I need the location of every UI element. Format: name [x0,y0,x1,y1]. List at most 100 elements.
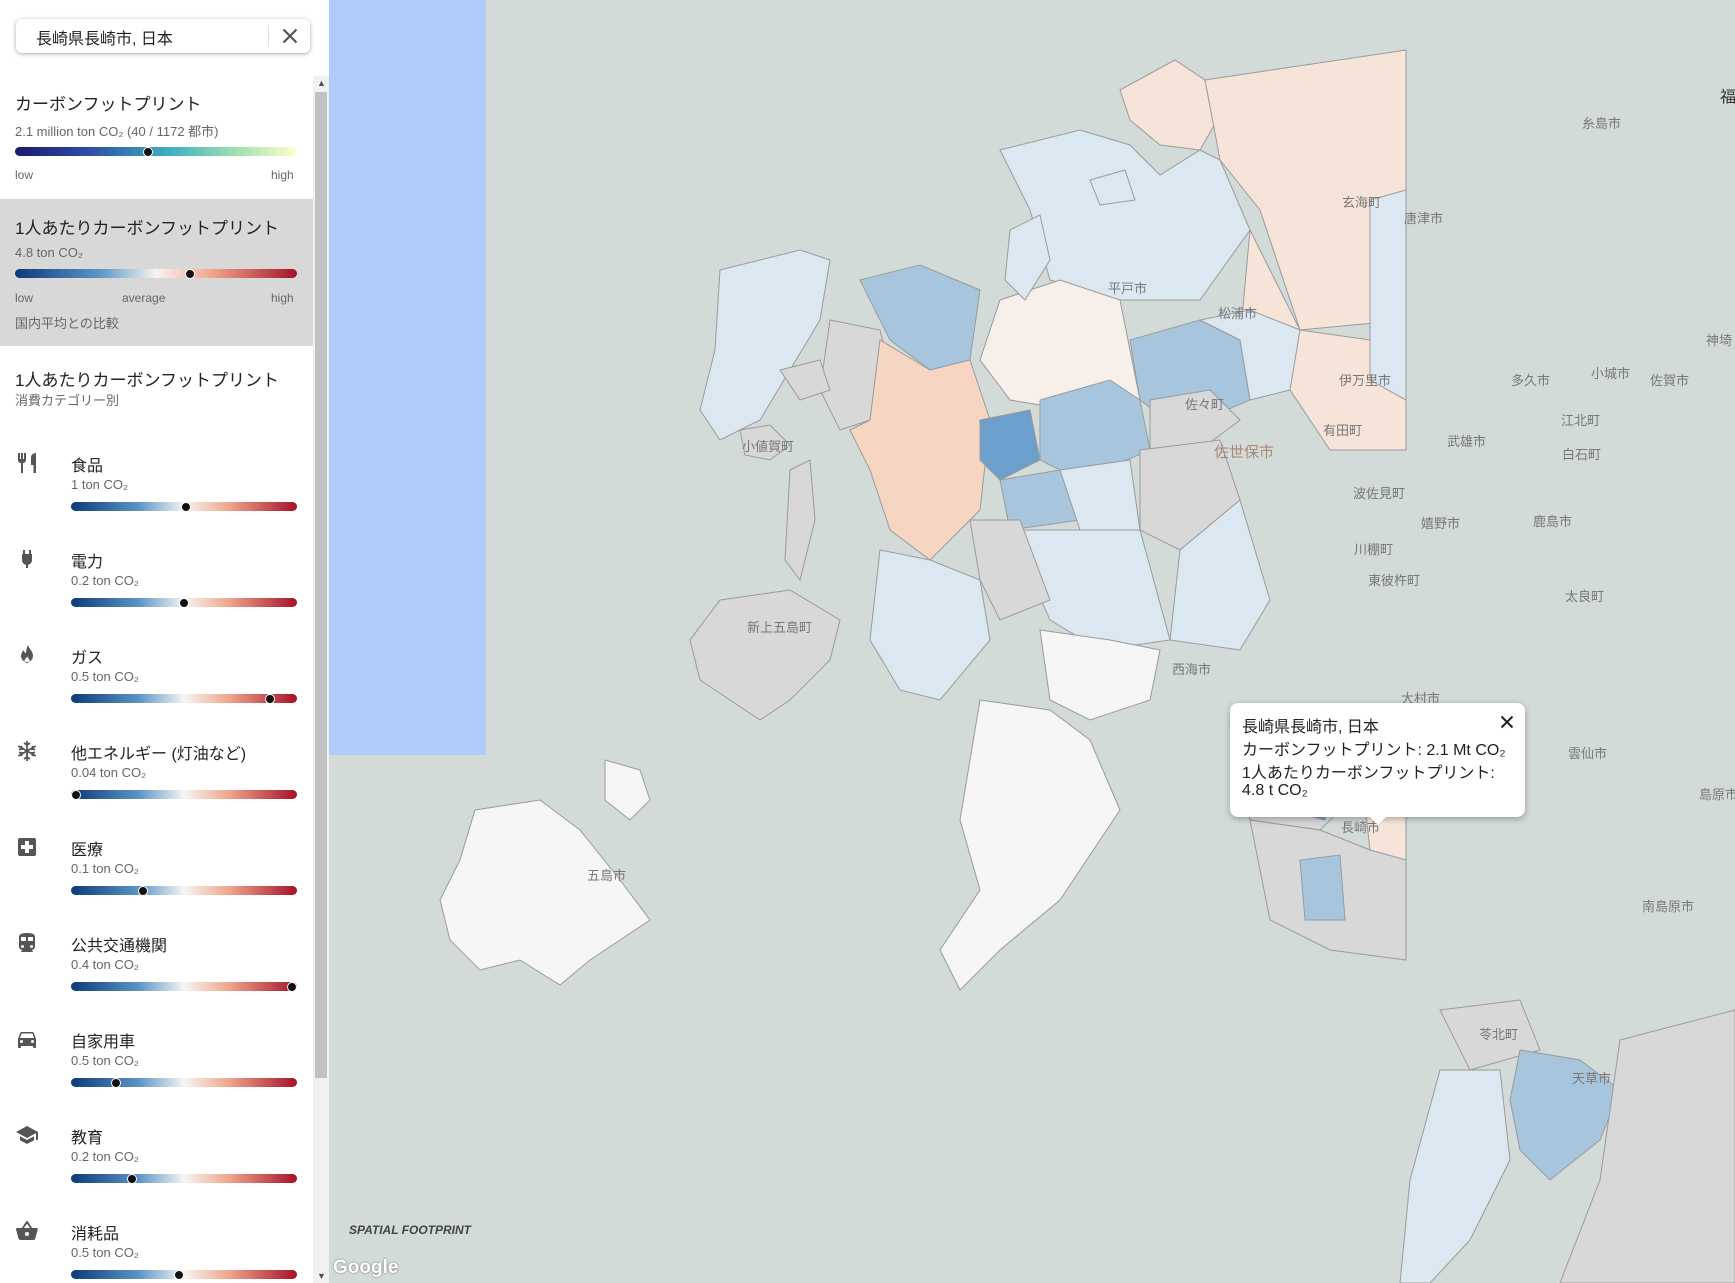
car-icon [18,1032,36,1048]
category-private-car[interactable]: 自家用車 0.5 ton CO₂ [0,1022,313,1118]
place-label: 玄海町 [1342,195,1382,210]
category-value: 0.5 ton CO₂ [71,1053,139,1068]
category-value: 0.04 ton CO₂ [71,765,147,780]
place-label: 太良町 [1565,589,1605,604]
search-input[interactable] [34,19,278,55]
place-label: 伊万里市 [1339,373,1392,388]
place-label: 波佐見町 [1353,486,1406,501]
category-food[interactable]: 食品 1 ton CO₂ [0,446,313,542]
total-footprint-title: カーボンフットプリント [15,95,202,114]
total-footprint-section[interactable]: カーボンフットプリント 2.1 million ton CO₂ (40 / 11… [0,76,313,182]
place-label: 糸島市 [1582,116,1622,131]
place-label: 南島原市 [1642,899,1695,914]
place-label: 多久市 [1511,373,1551,388]
snowflake-icon [17,741,37,761]
popup-per-capita-label: 1人あたりカーボンフットプリント: [1242,765,1495,782]
results-panel: カーボンフットプリント 2.1 million ton CO₂ (40 / 11… [0,76,313,1283]
per-capita-marker [184,269,195,279]
google-logo: Google [333,1257,399,1278]
place-label: 新上五島町 [747,620,813,635]
place-label: 佐賀市 [1650,373,1690,388]
category-marker [70,790,81,800]
category-gas[interactable]: ガス 0.5 ton CO₂ [0,638,313,734]
popup-total: カーボンフットプリント: 2.1 Mt CO₂ [1242,742,1506,759]
place-label: 川棚町 [1354,542,1394,557]
region-saikai[interactable] [869,549,991,701]
place-label: 佐々町 [1185,397,1225,412]
flame-icon [21,645,33,663]
per-capita-title: 1人あたりカーボンフットプリント [15,219,279,238]
sidebar-scrollbar[interactable]: ▲ ▼ [313,76,329,1283]
search-box [16,19,310,55]
place-label: 平戸市 [1108,281,1148,296]
region-minamishimabara-strip[interactable] [1299,854,1346,921]
total-footprint-marker [142,147,153,157]
region-nagasaki[interactable] [939,699,1121,991]
search-divider [268,25,269,47]
region-shinkamigoto-north[interactable] [784,459,816,582]
category-other-energy[interactable]: 他エネルギー (灯油など) 0.04 ton CO₂ [0,734,313,830]
category-scale [71,982,297,991]
map-canvas[interactable] [329,0,1735,1283]
place-label: 松浦市 [1218,306,1258,321]
category-name: 消耗品 [71,1226,120,1243]
category-name: 教育 [71,1130,104,1147]
place-label: 江北町 [1561,413,1601,428]
national-average-note: 国内平均との比較 [15,316,119,331]
region-arita[interactable] [979,409,1041,481]
place-label: 小城市 [1591,366,1631,381]
place-label: 嬉野市 [1421,516,1461,531]
popup-pointer [1370,817,1386,825]
shopping-basket-icon [16,1221,38,1240]
plug-icon [22,550,32,568]
category-value: 0.1 ton CO₂ [71,861,139,876]
scale-average-label: average [122,291,166,305]
place-label: 苓北町 [1479,1027,1519,1042]
map[interactable]: 糸島市 玄海町 唐津市 福 平戸市 松浦市 伊万里市 多久市 小城市 佐賀市 神… [329,0,1735,1283]
region-itoshima[interactable] [1119,59,1221,151]
place-label: 西海市 [1172,662,1212,677]
scroll-down-arrow[interactable]: ▼ [317,1271,326,1281]
ocean-area [329,0,486,755]
region-hirado[interactable] [699,249,831,441]
category-scale [71,886,297,895]
scroll-up-arrow[interactable]: ▲ [317,78,326,88]
category-electricity[interactable]: 電力 0.2 ton CO₂ [0,542,313,638]
medical-cross-icon [18,838,36,856]
region-shinkamigoto[interactable] [689,589,841,721]
category-header-subtitle: 消費カテゴリー別 [15,393,120,408]
place-label: 鹿島市 [1533,514,1573,529]
close-icon[interactable] [277,23,303,49]
category-name: 他エネルギー (灯油など) [71,746,247,763]
category-medical[interactable]: 医療 0.1 ton CO₂ [0,830,313,926]
category-public-transport[interactable]: 公共交通機関 0.4 ton CO₂ [0,926,313,1022]
popup-per-capita-value: 4.8 t CO₂ [1242,782,1308,799]
place-label: 天草市 [1572,1071,1612,1086]
scale-high-label: high [271,168,294,182]
category-value: 0.2 ton CO₂ [71,573,139,588]
per-capita-value: 4.8 ton CO₂ [15,245,83,260]
total-footprint-value: 2.1 million ton CO₂ (40 / 1172 都市) [15,124,219,139]
category-value: 0.2 ton CO₂ [71,1149,139,1164]
place-label: 五島市 [587,868,627,883]
category-marker [127,1174,138,1184]
scrollbar-thumb[interactable] [315,92,327,1078]
region-kanzaki[interactable] [1369,189,1407,401]
place-label: 有田町 [1323,423,1363,438]
category-consumables[interactable]: 消耗品 0.5 ton CO₂ [0,1214,313,1283]
region-amakusa-west[interactable] [1399,1069,1511,1283]
fork-knife-icon [18,453,36,473]
place-label: 小値賀町 [742,439,795,454]
category-value: 1 ton CO₂ [71,477,129,492]
category-education[interactable]: 教育 0.2 ton CO₂ [0,1118,313,1214]
category-value: 0.5 ton CO₂ [71,1245,139,1260]
category-name: 医療 [71,842,104,859]
category-name: 電力 [71,554,104,571]
close-icon[interactable] [1496,711,1518,733]
region-goto[interactable] [439,799,651,986]
per-capita-section[interactable]: 1人あたりカーボンフットプリント 4.8 ton CO₂ low average… [0,199,313,346]
category-marker [264,694,275,704]
total-footprint-scale [15,147,297,156]
category-scale [71,1174,297,1183]
region-goto-north[interactable] [604,759,651,821]
